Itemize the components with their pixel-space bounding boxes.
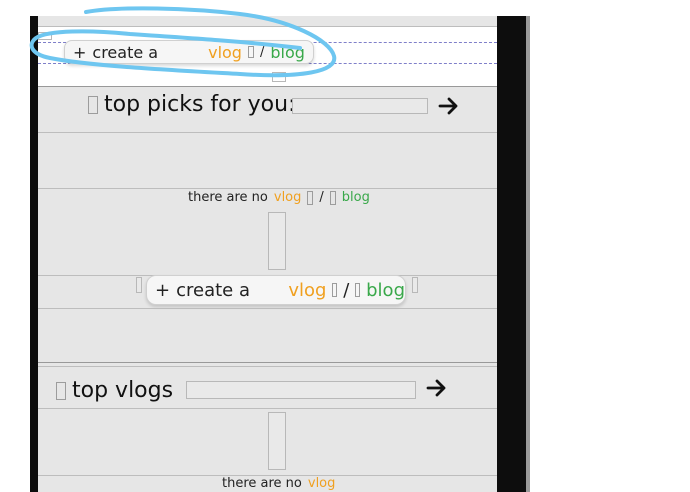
empty-state-message: there are no vlog / blog (188, 190, 370, 205)
blog-option[interactable]: blog (366, 280, 405, 301)
placeholder-block (268, 212, 286, 270)
placeholder-block (268, 412, 286, 470)
arrow-right-icon[interactable] (426, 378, 448, 398)
top-vlogs-input[interactable] (186, 381, 416, 399)
divider (38, 86, 497, 87)
empty-state-message: there are no vlog (222, 476, 335, 491)
separator: / (319, 190, 324, 205)
top-picks-header: top picks for you: (88, 92, 296, 117)
missing-glyph-icon (88, 95, 98, 114)
create-label: create a (92, 42, 159, 62)
create-label: create a (176, 279, 250, 301)
device-frame-edge (526, 16, 530, 492)
empty-state-vlog: vlog (273, 190, 302, 205)
resize-handle[interactable] (272, 72, 286, 82)
divider (38, 308, 497, 309)
top-picks-title: top picks for you: (104, 92, 296, 117)
missing-glyph-icon (136, 277, 142, 293)
app-screen: + create a vlog / blog top picks for you… (38, 16, 497, 492)
blog-option[interactable]: blog (270, 43, 305, 62)
missing-glyph-icon (355, 283, 361, 297)
vlog-option[interactable]: vlog (208, 43, 242, 62)
corner-handle (38, 32, 52, 40)
empty-state-blog: blog (341, 190, 370, 205)
empty-state-text: there are no (188, 190, 268, 205)
missing-glyph-icon (56, 381, 66, 400)
create-post-bar[interactable]: + create a vlog / blog (64, 40, 314, 64)
top-vlogs-title: top vlogs (72, 378, 174, 403)
divider (38, 132, 497, 133)
separator: / (259, 44, 265, 60)
missing-glyph-icon (329, 190, 336, 205)
divider (38, 362, 497, 363)
missing-glyph-icon (307, 190, 314, 205)
vlog-option[interactable]: vlog (288, 280, 326, 301)
top-picks-input[interactable] (292, 98, 428, 114)
plus-icon: + (155, 279, 171, 301)
plus-icon: + (73, 42, 87, 62)
divider (38, 188, 497, 189)
empty-state-text: there are no (222, 476, 302, 491)
divider (38, 366, 497, 367)
missing-glyph-icon (412, 277, 418, 293)
missing-glyph-icon (332, 283, 338, 297)
top-vlogs-header: top vlogs (56, 378, 173, 403)
divider (38, 26, 497, 27)
separator: / (343, 279, 350, 301)
missing-glyph-icon (247, 46, 254, 58)
arrow-right-icon[interactable] (438, 96, 460, 116)
create-post-button[interactable]: + create a vlog / blog (146, 275, 406, 305)
divider (38, 408, 497, 409)
empty-state-vlog: vlog (307, 476, 336, 491)
